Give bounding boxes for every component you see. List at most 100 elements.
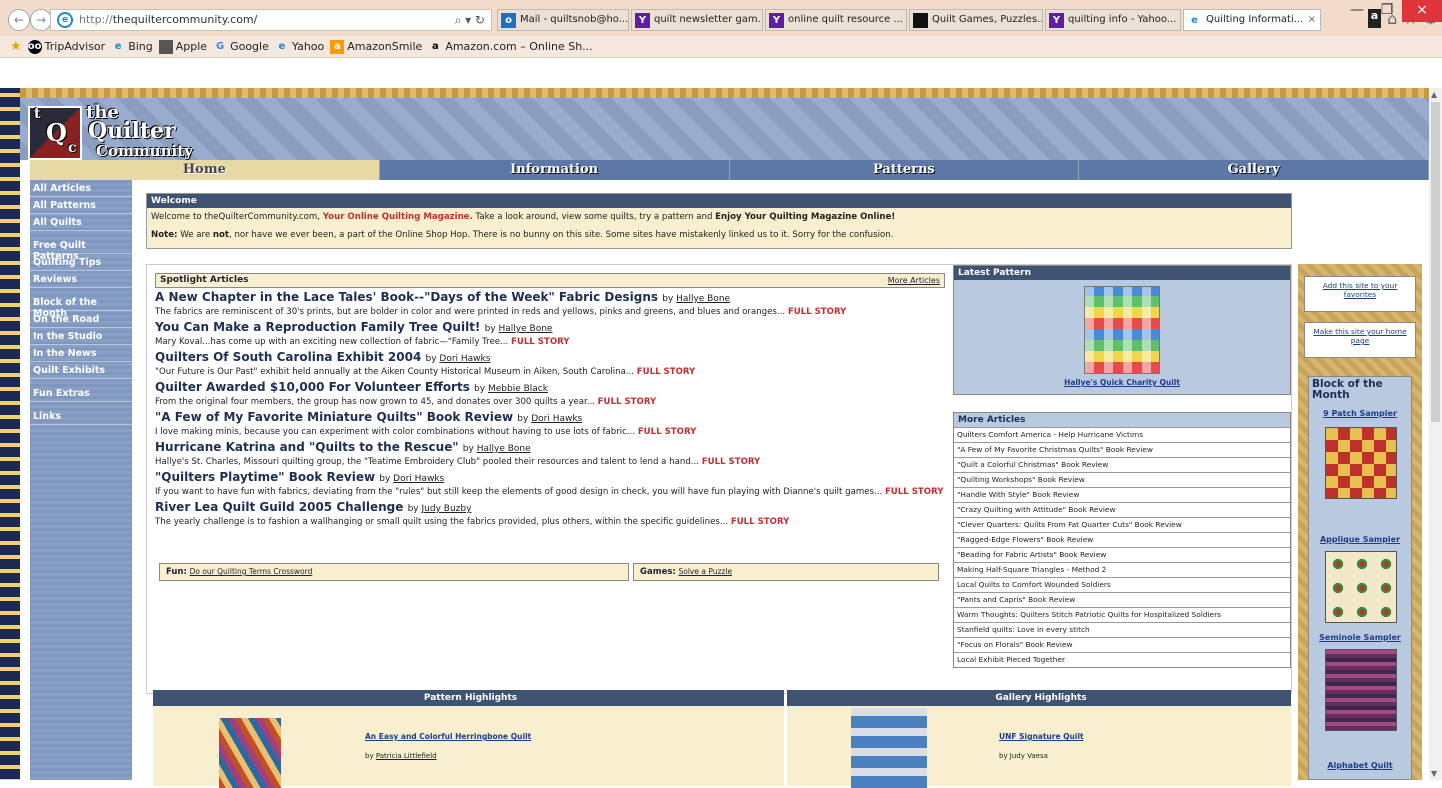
- article-title-text[interactable]: River Lea Quilt Guild 2005 Challenge: [155, 500, 403, 514]
- more-article-link[interactable]: Local Quilts to Comfort Wounded Soldiers: [954, 577, 1290, 592]
- sidebar-item-all-articles[interactable]: All Articles: [30, 180, 132, 197]
- fav-tripadvisor[interactable]: oo TripAdvisor: [27, 39, 105, 54]
- article-author-link[interactable]: Dori Hawks: [439, 354, 490, 364]
- sidebar-item-links[interactable]: Links: [30, 408, 132, 425]
- more-article-link[interactable]: "Pants and Capris" Book Review: [954, 592, 1290, 607]
- sidebar-item-fun-extras[interactable]: Fun Extras: [30, 385, 132, 402]
- article-title[interactable]: River Lea Quilt Guild 2005 Challenge by …: [155, 500, 945, 517]
- site-logo[interactable]: t Q c the Quilter Community: [26, 102, 236, 160]
- article-author-link[interactable]: Hallye Bone: [477, 444, 531, 454]
- sidebar-item-all-quilts[interactable]: All Quilts: [30, 214, 132, 231]
- scroll-down-icon[interactable]: ▼: [1431, 769, 1437, 778]
- more-articles-link[interactable]: More Articles: [888, 274, 940, 287]
- article-author-link[interactable]: Dori Hawks: [531, 414, 582, 424]
- seminole-image[interactable]: [1325, 649, 1397, 731]
- more-article-link[interactable]: Local Exhibit Pieced Together: [954, 652, 1290, 667]
- sidebar-item-block-of-the-month[interactable]: Block of the Month: [30, 294, 132, 319]
- article-author-link[interactable]: Hallye Bone: [676, 294, 730, 304]
- crossword-link[interactable]: Do our Quilting Terms Crossword: [190, 567, 313, 576]
- signature-quilt-link[interactable]: UNF Signature Quilt: [999, 732, 1084, 741]
- more-article-link[interactable]: Quilters Comfort America - Help Hurrican…: [954, 427, 1290, 442]
- forward-button[interactable]: →: [30, 9, 52, 31]
- search-icon[interactable]: ⌕ ▾ ↻: [455, 10, 485, 30]
- full-story-link[interactable]: FULL STORY: [885, 487, 944, 497]
- article-title[interactable]: "A Few of My Favorite Miniature Quilts" …: [155, 410, 945, 427]
- more-article-link[interactable]: Stanfield quilts: Love in every stitch: [954, 622, 1290, 637]
- full-story-link[interactable]: FULL STORY: [637, 367, 696, 377]
- sidebar-item-all-patterns[interactable]: All Patterns: [30, 197, 132, 214]
- menu-patterns[interactable]: Patterns: [730, 160, 1080, 180]
- menu-home[interactable]: Home: [30, 160, 380, 180]
- article-title-text[interactable]: A New Chapter in the Lace Tales' Book--"…: [155, 290, 658, 304]
- more-article-link[interactable]: Warm Thoughts: Quilters Stitch Patriotic…: [954, 607, 1290, 622]
- more-article-link[interactable]: "Ragged-Edge Flowers" Book Review: [954, 532, 1290, 547]
- more-article-link[interactable]: Making Half-Square Triangles - Method 2: [954, 562, 1290, 577]
- tab-online-quilt[interactable]: Yonline quilt resource ...: [765, 9, 907, 31]
- article-author-link[interactable]: Hallye Bone: [499, 324, 553, 334]
- article-title[interactable]: You Can Make a Reproduction Family Tree …: [155, 320, 945, 337]
- pattern-author-link[interactable]: Patricia Littlefield: [376, 752, 437, 760]
- sidebar-item-quilting-tips[interactable]: Quilting Tips: [30, 254, 132, 271]
- article-author-link[interactable]: Judy Buzby: [422, 504, 472, 514]
- fav-amazon[interactable]: a Amazon.com – Online Sh...: [428, 40, 593, 54]
- menu-information[interactable]: Information: [380, 160, 730, 180]
- sidebar-item-reviews[interactable]: Reviews: [30, 271, 132, 288]
- article-author-link[interactable]: Mebbie Black: [488, 384, 548, 394]
- fav-yahoo[interactable]: e Yahoo: [275, 40, 324, 54]
- tab-quilt-newsletter[interactable]: Yquilt newsletter gam...: [631, 9, 763, 31]
- more-article-link[interactable]: "Beading for Fabric Artists" Book Review: [954, 547, 1290, 562]
- fav-apple[interactable]: Apple: [158, 39, 207, 54]
- herringbone-quilt-link[interactable]: An Easy and Colorful Herringbone Quilt: [365, 732, 531, 741]
- article-title[interactable]: Quilters Of South Carolina Exhibit 2004 …: [155, 350, 945, 367]
- more-article-link[interactable]: "Focus on Florals" Book Review: [954, 637, 1290, 652]
- fav-google[interactable]: G Google: [213, 40, 269, 54]
- more-article-link[interactable]: "Quilt a Colorful Christmas" Book Review: [954, 457, 1290, 472]
- sidebar-item-in-the-news[interactable]: In the News: [30, 345, 132, 362]
- add-favorites-link[interactable]: Add this site to your favorites: [1304, 276, 1416, 312]
- article-title-text[interactable]: Quilters Of South Carolina Exhibit 2004: [155, 350, 421, 364]
- page-scrollbar[interactable]: ▲ ▼: [1429, 88, 1442, 780]
- applique-link[interactable]: Applique Sampler: [1309, 535, 1411, 544]
- article-author-link[interactable]: Dori Hawks: [393, 474, 444, 484]
- more-article-link[interactable]: "Quilting Workshops" Book Review: [954, 472, 1290, 487]
- more-article-link[interactable]: "A Few of My Favorite Christmas Quilts" …: [954, 442, 1290, 457]
- scrollbar-thumb[interactable]: [1431, 102, 1440, 422]
- full-story-link[interactable]: FULL STORY: [788, 307, 847, 317]
- latest-pattern-image[interactable]: [1084, 286, 1160, 374]
- puzzle-link[interactable]: Solve a Puzzle: [679, 567, 733, 576]
- full-story-link[interactable]: FULL STORY: [731, 517, 790, 527]
- tab-quilting-information[interactable]: e Quilting Informati... ×: [1183, 9, 1321, 31]
- fav-bing[interactable]: e Bing: [111, 40, 153, 54]
- sidebar-item-on-the-road[interactable]: On the Road: [30, 311, 132, 328]
- favorites-star-icon[interactable]: ★: [10, 39, 22, 54]
- alphabet-quilt-link[interactable]: Alphabet Quilt: [1309, 761, 1411, 770]
- article-title-text[interactable]: You Can Make a Reproduction Family Tree …: [155, 320, 480, 334]
- menu-gallery[interactable]: Gallery: [1079, 160, 1429, 180]
- article-title-text[interactable]: "Quilters Playtime" Book Review: [155, 470, 375, 484]
- sidebar-item-free-quilt-patterns[interactable]: Free Quilt Patterns: [30, 237, 132, 262]
- article-title-text[interactable]: Hurricane Katrina and "Quilts to the Res…: [155, 440, 459, 454]
- signature-quilt-image[interactable]: [851, 708, 927, 788]
- tab-mail[interactable]: o Mail - quiltsnob@ho...: [497, 9, 629, 31]
- applique-image[interactable]: [1325, 551, 1397, 623]
- tab-quilt-games[interactable]: Quilt Games, Puzzles...: [909, 9, 1043, 31]
- more-article-link[interactable]: "Crazy Quilting with Attitude" Book Revi…: [954, 502, 1290, 517]
- article-title[interactable]: A New Chapter in the Lace Tales' Book--"…: [155, 290, 945, 307]
- article-title-text[interactable]: "A Few of My Favorite Miniature Quilts" …: [155, 410, 513, 424]
- full-story-link[interactable]: FULL STORY: [702, 457, 761, 467]
- tab-quilting-info[interactable]: Yquilting info - Yahoo...: [1045, 9, 1181, 31]
- make-home-link[interactable]: Make this site your home page: [1304, 322, 1416, 358]
- close-tab-icon[interactable]: ×: [1308, 10, 1316, 30]
- more-article-link[interactable]: "Handle With Style" Book Review: [954, 487, 1290, 502]
- minimize-button[interactable]: —: [1342, 0, 1372, 22]
- article-title[interactable]: "Quilters Playtime" Book Review by Dori …: [155, 470, 945, 487]
- fav-amazonsmile[interactable]: a AmazonSmile: [330, 39, 422, 54]
- article-title[interactable]: Hurricane Katrina and "Quilts to the Res…: [155, 440, 945, 457]
- scroll-up-icon[interactable]: ▲: [1431, 90, 1437, 99]
- sidebar-item-quilt-exhibits[interactable]: Quilt Exhibits: [30, 362, 132, 379]
- nine-patch-link[interactable]: 9 Patch Sampler: [1309, 409, 1411, 418]
- close-window-button[interactable]: ×: [1402, 0, 1442, 22]
- article-title[interactable]: Quilter Awarded $10,000 For Volunteer Ef…: [155, 380, 945, 397]
- sidebar-item-in-the-studio[interactable]: In the Studio: [30, 328, 132, 345]
- more-article-link[interactable]: "Clever Quarters: Quilts From Fat Quarte…: [954, 517, 1290, 532]
